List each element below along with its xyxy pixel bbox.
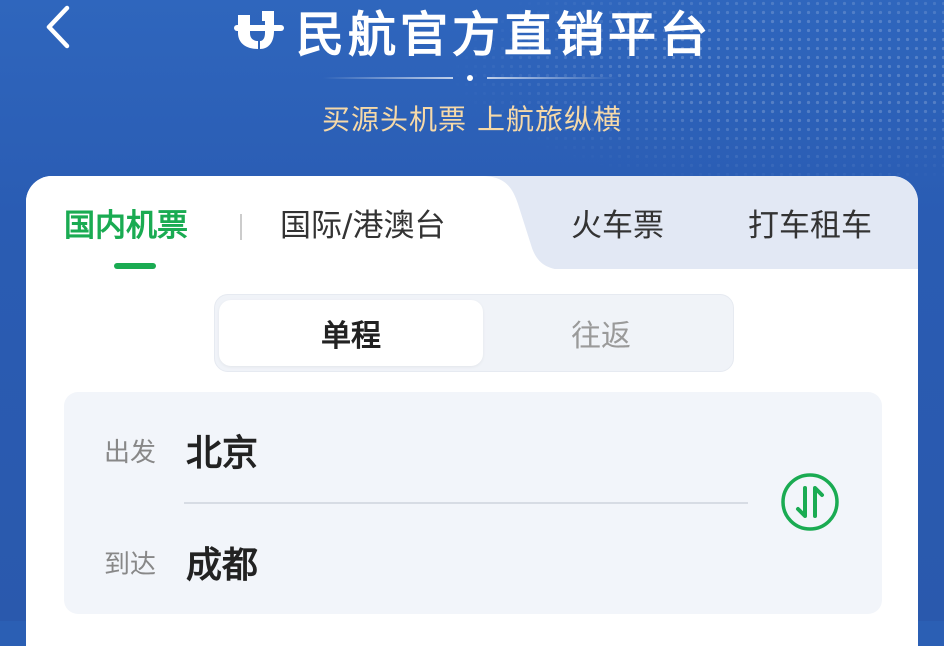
booking-card: 国内机票 国际/港澳台 火车票 打车租车 单程 往返 出发 北京 到达 成都 <box>26 176 918 646</box>
header-title-row: 民航官方直销平台 <box>0 0 944 63</box>
round-trip-option[interactable]: 往返 <box>469 300 733 366</box>
arrival-city[interactable]: 成都 <box>186 536 258 588</box>
departure-city[interactable]: 北京 <box>186 424 258 476</box>
tab-international-flights[interactable]: 国际/港澳台 <box>280 176 445 269</box>
active-tab-indicator <box>114 263 156 269</box>
page-title: 民航官方直销平台 <box>295 7 712 63</box>
tab-taxi-rental[interactable]: 打车租车 <box>748 176 872 269</box>
trip-type-toggle: 单程 往返 <box>214 294 734 372</box>
arrival-label: 到达 <box>104 550 157 580</box>
slogan-text: 买源头机票 上航旅纵横 <box>322 103 622 136</box>
tab-separator <box>240 214 242 240</box>
departure-label: 出发 <box>104 438 157 468</box>
title-divider <box>320 75 620 81</box>
airline-logo-icon <box>233 11 284 49</box>
tab-train-tickets[interactable]: 火车票 <box>571 176 664 269</box>
swap-cities-icon <box>781 473 839 531</box>
route-divider <box>184 502 748 504</box>
tab-domestic-flights[interactable]: 国内机票 <box>64 176 188 269</box>
one-way-option[interactable]: 单程 <box>219 300 483 366</box>
swap-cities-button[interactable] <box>780 472 840 532</box>
route-selector: 出发 北京 到达 成都 <box>64 392 882 614</box>
